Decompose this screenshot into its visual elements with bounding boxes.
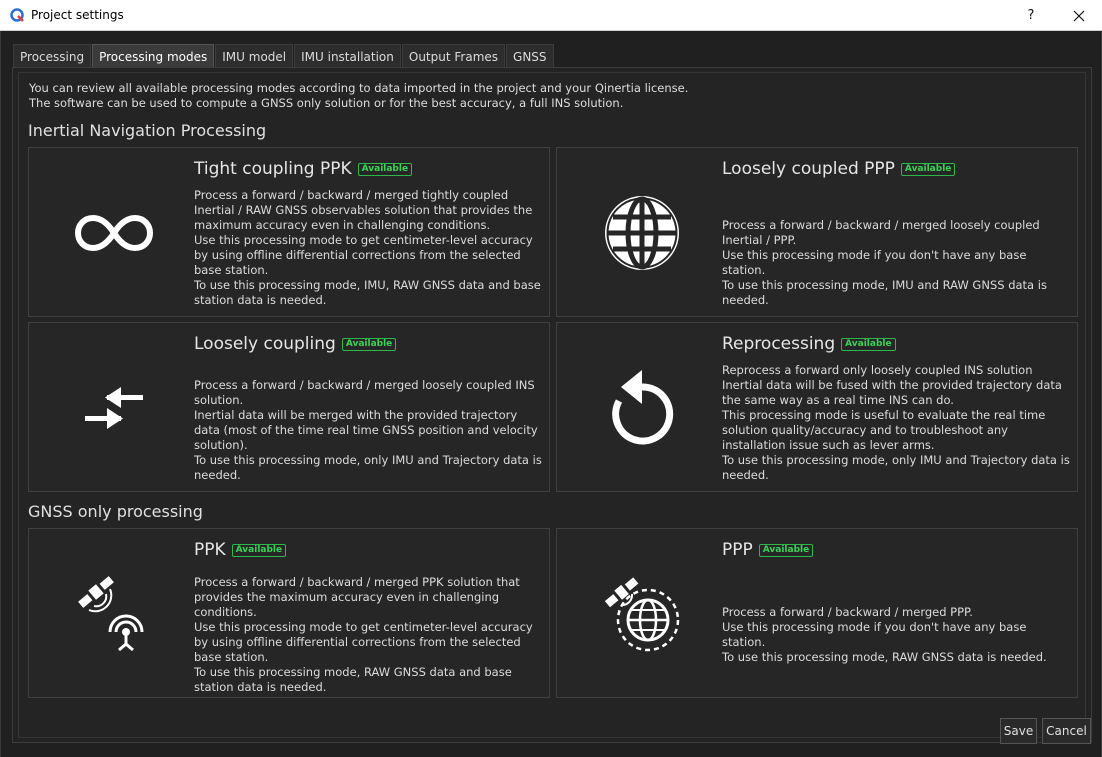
card-description: Process a forward / backward / merged lo… bbox=[194, 378, 544, 483]
desc-line: To use this processing mode, IMU and RAW… bbox=[722, 278, 1047, 307]
available-badge: Available bbox=[900, 162, 956, 176]
card-ppp[interactable]: PPP Available Process a forward / backwa… bbox=[556, 528, 1078, 698]
desc-line: This processing mode is useful to evalua… bbox=[722, 408, 1046, 452]
card-loosely-coupled-ppp[interactable]: Loosely coupled PPP Available Process a … bbox=[556, 147, 1078, 317]
card-description: Process a forward / backward / merged lo… bbox=[722, 218, 1072, 308]
desc-line: Use this processing mode to get centimet… bbox=[194, 620, 533, 664]
available-badge: Available bbox=[841, 337, 896, 351]
intro-text: You can review all available processing … bbox=[29, 81, 688, 111]
card-title-text: PPK bbox=[194, 540, 226, 560]
infinity-icon bbox=[29, 148, 199, 318]
tab-output-frames[interactable]: Output Frames bbox=[401, 44, 506, 68]
tab-processing-modes[interactable]: Processing modes bbox=[92, 44, 215, 68]
card-title: Loosely coupled PPP Available bbox=[722, 159, 956, 179]
card-description: Process a forward / backward / merged PP… bbox=[194, 575, 544, 695]
desc-line: To use this processing mode, only IMU an… bbox=[194, 453, 542, 482]
card-description: Process a forward / backward / merged PP… bbox=[722, 605, 1072, 665]
card-title-text: Loosely coupling bbox=[194, 334, 336, 354]
globe-icon bbox=[557, 148, 727, 318]
card-description: Process a forward / backward / merged ti… bbox=[194, 188, 544, 308]
close-button[interactable] bbox=[1056, 0, 1102, 31]
card-reprocessing[interactable]: Reprocessing Available Reprocess a forwa… bbox=[556, 322, 1078, 492]
help-button[interactable]: ? bbox=[1008, 0, 1054, 31]
desc-line: To use this processing mode, RAW GNSS da… bbox=[194, 665, 512, 694]
cancel-button[interactable]: Cancel bbox=[1042, 718, 1091, 744]
desc-line: To use this processing mode, IMU, RAW GN… bbox=[194, 278, 541, 307]
available-badge: Available bbox=[231, 543, 287, 557]
processing-modes-panel: You can review all available processing … bbox=[18, 72, 1086, 738]
card-title: PPK Available bbox=[194, 540, 287, 560]
card-ppk[interactable]: PPK Available Process a forward / backwa… bbox=[28, 528, 550, 698]
desc-line: Process a forward / backward / merged PP… bbox=[194, 575, 520, 619]
desc-line: Process a forward / backward / merged ti… bbox=[194, 188, 533, 232]
desc-line: Use this processing mode if you don't ha… bbox=[722, 248, 1027, 277]
desc-line: Process a forward / backward / merged lo… bbox=[194, 378, 535, 407]
tab-processing[interactable]: Processing bbox=[13, 44, 92, 68]
app-logo-icon bbox=[9, 7, 25, 23]
desc-line: Inertial data will be merged with the pr… bbox=[194, 408, 538, 452]
rotate-arrow-icon bbox=[557, 323, 727, 493]
intro-line-1: You can review all available processing … bbox=[29, 81, 689, 95]
desc-line: Process a forward / backward / merged PP… bbox=[722, 605, 973, 619]
intro-line-2: The software can be used to compute a GN… bbox=[29, 96, 624, 110]
card-loosely-coupling[interactable]: Loosely coupling Available Process a for… bbox=[28, 322, 550, 492]
section-title-ins: Inertial Navigation Processing bbox=[28, 121, 267, 140]
card-title-text: PPP bbox=[722, 540, 753, 560]
save-button[interactable]: Save bbox=[1000, 718, 1037, 744]
desc-line: To use this processing mode, only IMU an… bbox=[722, 453, 1070, 482]
available-badge: Available bbox=[341, 337, 397, 351]
card-title: PPP Available bbox=[722, 540, 814, 560]
card-title-text: Reprocessing bbox=[722, 334, 836, 354]
section-title-gnss: GNSS only processing bbox=[28, 502, 203, 521]
tab-bar: Processing Processing modes IMU model IM… bbox=[13, 44, 555, 68]
desc-line: Process a forward / backward / merged lo… bbox=[722, 218, 1040, 247]
card-title: Reprocessing Available bbox=[722, 334, 896, 354]
tab-imu-model[interactable]: IMU model bbox=[215, 44, 294, 68]
merge-arrows-icon bbox=[29, 323, 199, 493]
card-title-text: Tight coupling PPK bbox=[194, 159, 352, 179]
desc-line: Inertial data will be fused with the pro… bbox=[722, 378, 1062, 407]
desc-line: Use this processing mode if you don't ha… bbox=[722, 620, 1027, 649]
available-badge: Available bbox=[758, 543, 814, 557]
card-title: Loosely coupling Available bbox=[194, 334, 397, 354]
satellite-antenna-icon bbox=[29, 529, 199, 699]
card-tight-coupling-ppk[interactable]: Tight coupling PPK Available Process a f… bbox=[28, 147, 550, 317]
available-badge: Available bbox=[357, 162, 413, 176]
card-title-text: Loosely coupled PPP bbox=[722, 159, 895, 179]
desc-line: Reprocess a forward only loosely coupled… bbox=[722, 363, 1033, 377]
title-bar: Project settings ? bbox=[0, 0, 1102, 31]
tab-panel: You can review all available processing … bbox=[12, 67, 1092, 743]
satellite-globe-icon bbox=[557, 529, 727, 699]
window-title: Project settings bbox=[31, 8, 124, 22]
dialog-body: Processing Processing modes IMU model IM… bbox=[0, 31, 1102, 757]
close-icon bbox=[1073, 10, 1085, 21]
card-description: Reprocess a forward only loosely coupled… bbox=[722, 363, 1072, 483]
tab-gnss[interactable]: GNSS bbox=[506, 44, 554, 68]
tab-imu-installation[interactable]: IMU installation bbox=[294, 44, 401, 68]
desc-line: To use this processing mode, RAW GNSS da… bbox=[722, 650, 1047, 664]
card-title: Tight coupling PPK Available bbox=[194, 159, 413, 179]
desc-line: Use this processing mode to get centimet… bbox=[194, 233, 533, 277]
